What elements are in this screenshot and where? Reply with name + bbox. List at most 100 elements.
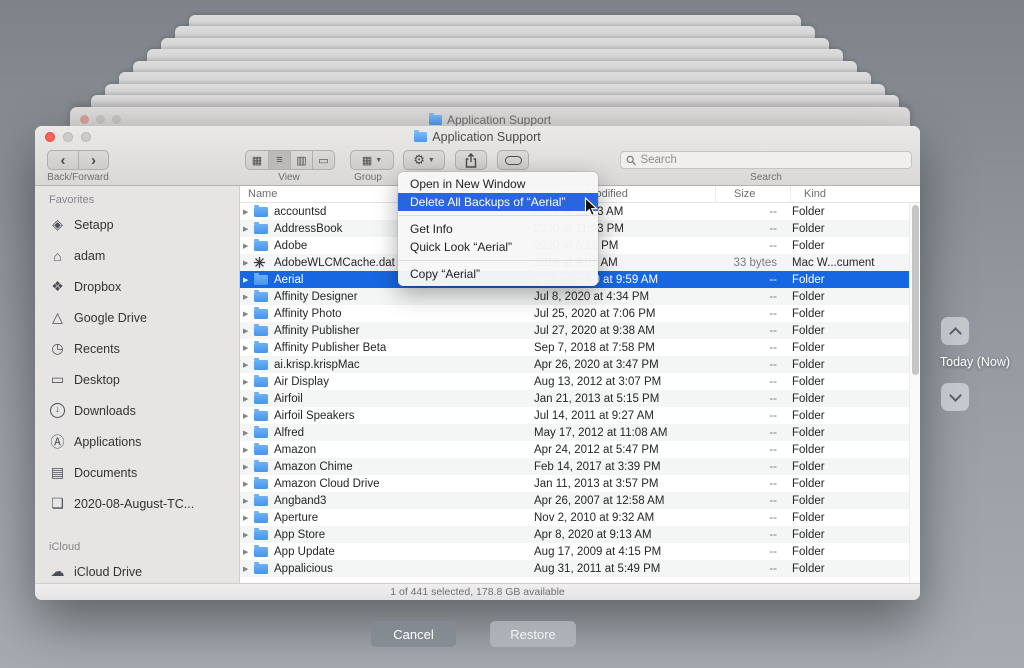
timeline-back-button[interactable]: [941, 317, 969, 345]
file-size: --: [704, 427, 779, 439]
table-row[interactable]: ▶AirfoilJan 21, 2013 at 5:15 PM--Folder: [240, 390, 909, 407]
icon-view-button[interactable]: ▦: [246, 151, 268, 169]
table-row[interactable]: ▶Angband3Apr 26, 2007 at 12:58 AM--Folde…: [240, 492, 909, 509]
file-size: --: [704, 274, 779, 286]
document-icon: ▤: [48, 464, 67, 481]
sidebar-item-icloud-drive[interactable]: ☁iCloud Drive: [35, 556, 239, 583]
column-header-kind[interactable]: Kind: [790, 186, 920, 202]
disclosure-triangle-icon[interactable]: ▶: [240, 497, 254, 505]
close-icon[interactable]: [45, 132, 55, 142]
share-button[interactable]: [455, 150, 487, 170]
disclosure-triangle-icon[interactable]: ▶: [240, 310, 254, 318]
sidebar-item-2020-08-august-tc[interactable]: ❏2020-08-August-TC...: [35, 488, 239, 519]
sidebar-item-downloads[interactable]: ↓Downloads: [35, 395, 239, 426]
table-row[interactable]: ▶AlfredMay 17, 2012 at 11:08 AM--Folder: [240, 424, 909, 441]
folder-icon: [254, 275, 268, 285]
file-kind: Folder: [779, 563, 909, 575]
folder-icon: [254, 309, 268, 319]
sidebar-item-label: Dropbox: [74, 280, 121, 294]
sidebar-item-desktop[interactable]: ▭Desktop: [35, 364, 239, 395]
disclosure-triangle-icon[interactable]: ▶: [240, 344, 254, 352]
menu-item-copy-aerial[interactable]: Copy “Aerial”: [398, 265, 598, 283]
table-row[interactable]: ▶App UpdateAug 17, 2009 at 4:15 PM--Fold…: [240, 543, 909, 560]
table-row[interactable]: ▶Affinity DesignerJul 8, 2020 at 4:34 PM…: [240, 288, 909, 305]
table-row[interactable]: ▶Affinity PublisherJul 27, 2020 at 9:38 …: [240, 322, 909, 339]
table-row[interactable]: ▶Amazon Cloud DriveJan 11, 2013 at 3:57 …: [240, 475, 909, 492]
table-row[interactable]: ▶ai.krisp.krispMacApr 26, 2020 at 3:47 P…: [240, 356, 909, 373]
sidebar: Favorites◈Setapp⌂adam❖Dropbox△Google Dri…: [35, 186, 240, 583]
disclosure-triangle-icon[interactable]: ▶: [240, 463, 254, 471]
file-kind: Folder: [779, 274, 909, 286]
disclosure-triangle-icon[interactable]: ▶: [240, 276, 254, 284]
disclosure-triangle-icon[interactable]: ▶: [240, 395, 254, 403]
file-name: Appalicious: [274, 563, 534, 575]
menu-item-open-in-new-window[interactable]: Open in New Window: [398, 175, 598, 193]
table-row[interactable]: ▶Amazon ChimeFeb 14, 2017 at 3:39 PM--Fo…: [240, 458, 909, 475]
action-menu-button[interactable]: ⚙ ▼: [403, 150, 445, 170]
disclosure-triangle-icon[interactable]: ▶: [240, 531, 254, 539]
date-modified: Apr 24, 2012 at 5:47 PM: [534, 444, 704, 456]
forward-button[interactable]: ›: [78, 151, 108, 169]
file-kind: Folder: [779, 376, 909, 388]
sidebar-item-label: Downloads: [74, 404, 136, 418]
scrollbar-thumb[interactable]: [912, 205, 919, 375]
sidebar-item-recents[interactable]: ◷Recents: [35, 333, 239, 364]
sidebar-item-setapp[interactable]: ◈Setapp: [35, 209, 239, 240]
list-scrollbar[interactable]: [909, 203, 920, 583]
file-name: Airfoil Speakers: [274, 410, 534, 422]
table-row[interactable]: ▶Air DisplayAug 13, 2012 at 3:07 PM--Fol…: [240, 373, 909, 390]
folder-icon: [254, 479, 268, 489]
restore-button[interactable]: Restore: [490, 621, 576, 647]
file-size: --: [704, 444, 779, 456]
menu-item-get-info[interactable]: Get Info: [398, 220, 598, 238]
disclosure-triangle-icon[interactable]: ▶: [240, 412, 254, 420]
table-row[interactable]: ▶Airfoil SpeakersJul 14, 2011 at 9:27 AM…: [240, 407, 909, 424]
table-row[interactable]: ▶App StoreApr 8, 2020 at 9:13 AM--Folder: [240, 526, 909, 543]
group-button[interactable]: ▦ ▼: [350, 150, 394, 170]
menu-item-quick-look-aerial[interactable]: Quick Look “Aerial”: [398, 238, 598, 256]
disclosure-triangle-icon[interactable]: ▶: [240, 548, 254, 556]
folder-icon: [254, 326, 268, 336]
sidebar-item-applications[interactable]: ⒶApplications: [35, 426, 239, 457]
sidebar-item-dropbox[interactable]: ❖Dropbox: [35, 271, 239, 302]
disclosure-triangle-icon[interactable]: ▶: [240, 208, 254, 216]
search-input[interactable]: [640, 154, 906, 166]
sidebar-item-google-drive[interactable]: △Google Drive: [35, 302, 239, 333]
folder-icon: [254, 411, 274, 421]
disclosure-triangle-icon[interactable]: ▶: [240, 565, 254, 573]
timeline-forward-button[interactable]: [941, 383, 969, 411]
column-view-button[interactable]: ▥: [290, 151, 312, 169]
sidebar-item-adam[interactable]: ⌂adam: [35, 240, 239, 271]
sidebar-item-documents[interactable]: ▤Documents: [35, 457, 239, 488]
table-row[interactable]: ▶Affinity PhotoJul 25, 2020 at 7:06 PM--…: [240, 305, 909, 322]
cancel-button[interactable]: Cancel: [371, 621, 456, 647]
search-field[interactable]: [620, 151, 912, 169]
minimize-icon[interactable]: [63, 132, 73, 142]
table-row[interactable]: ▶AppaliciousAug 31, 2011 at 5:49 PM--Fol…: [240, 560, 909, 577]
menu-item-delete-all-backups-of-aerial[interactable]: Delete All Backups of “Aerial”: [398, 193, 598, 211]
list-view-button[interactable]: ≡: [268, 151, 290, 169]
titlebar[interactable]: Application Support: [35, 126, 920, 148]
disclosure-triangle-icon[interactable]: ▶: [240, 480, 254, 488]
zoom-icon[interactable]: [81, 132, 91, 142]
disclosure-triangle-icon[interactable]: ▶: [240, 242, 254, 250]
folder-icon: [254, 326, 274, 336]
disclosure-triangle-icon[interactable]: ▶: [240, 259, 254, 267]
column-header-size[interactable]: Size: [715, 186, 790, 202]
disclosure-triangle-icon[interactable]: ▶: [240, 293, 254, 301]
back-button[interactable]: ‹: [48, 151, 78, 169]
disclosure-triangle-icon[interactable]: ▶: [240, 446, 254, 454]
disclosure-triangle-icon[interactable]: ▶: [240, 225, 254, 233]
table-row[interactable]: ▶Affinity Publisher BetaSep 7, 2018 at 7…: [240, 339, 909, 356]
disclosure-triangle-icon[interactable]: ▶: [240, 429, 254, 437]
file-kind: Folder: [779, 410, 909, 422]
disclosure-triangle-icon[interactable]: ▶: [240, 378, 254, 386]
table-row[interactable]: ▶AmazonApr 24, 2012 at 5:47 PM--Folder: [240, 441, 909, 458]
tag-button[interactable]: [497, 150, 529, 170]
disclosure-triangle-icon[interactable]: ▶: [240, 327, 254, 335]
disclosure-triangle-icon[interactable]: ▶: [240, 361, 254, 369]
table-row[interactable]: ▶ApertureNov 2, 2010 at 9:32 AM--Folder: [240, 509, 909, 526]
disclosure-triangle-icon[interactable]: ▶: [240, 514, 254, 522]
file-kind: Folder: [779, 512, 909, 524]
gallery-view-button[interactable]: ▭: [312, 151, 334, 169]
